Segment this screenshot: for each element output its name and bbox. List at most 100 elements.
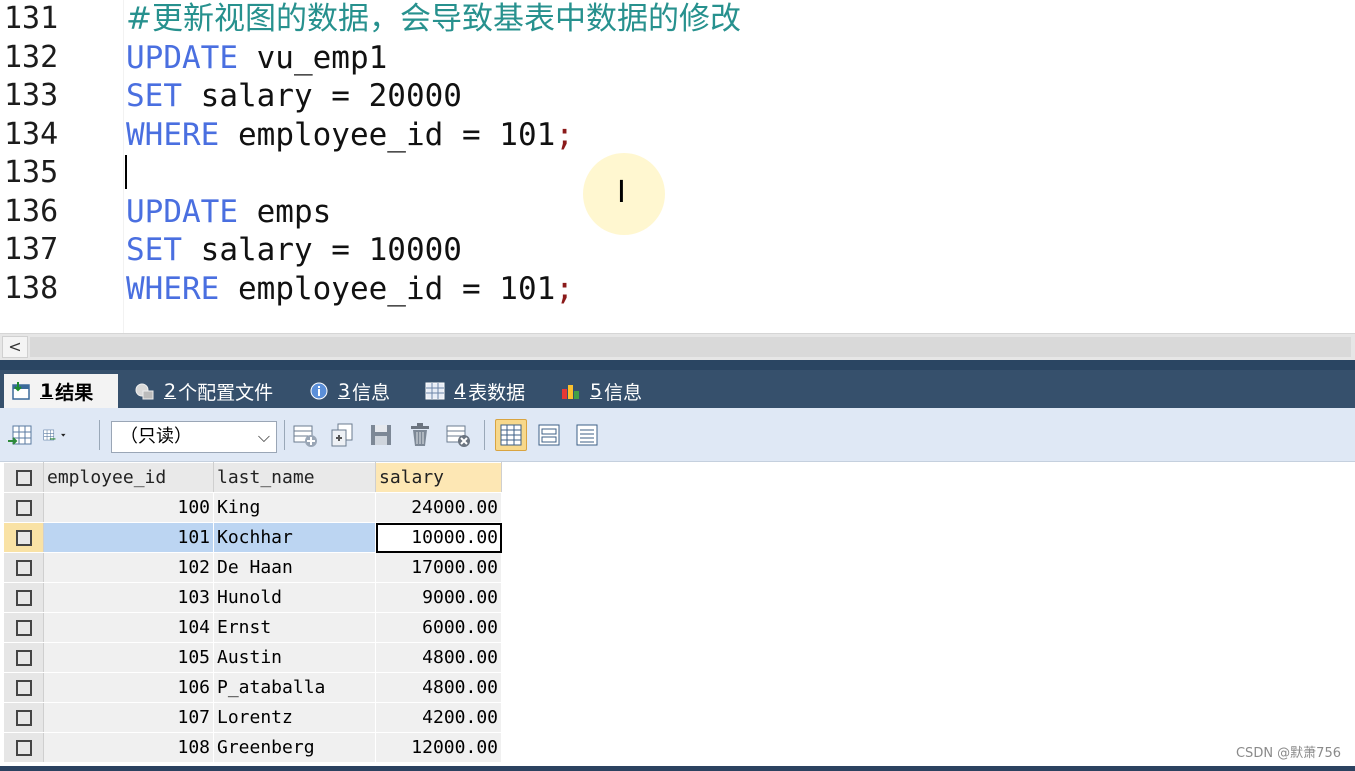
cell-employee-id[interactable]: 105	[43, 642, 214, 673]
cell-last-name[interactable]: Ernst	[213, 612, 376, 643]
duplicate-row-button[interactable]	[328, 421, 356, 449]
table-data-icon	[425, 382, 445, 400]
cell-last-name[interactable]: Lorentz	[213, 702, 376, 733]
cell-last-name[interactable]: Austin	[213, 642, 376, 673]
tab-profile[interactable]: 2 个配置文件	[128, 374, 288, 408]
row-checkbox[interactable]	[3, 612, 44, 643]
tab-info-2[interactable]: 5 信息	[554, 374, 664, 408]
table-row[interactable]: 102 De Haan 17000.00	[3, 552, 502, 583]
checkbox-icon	[15, 710, 32, 726]
text-view-button[interactable]	[573, 421, 601, 449]
read-only-mode-select[interactable]: （只读） ⌵	[111, 421, 277, 453]
row-checkbox[interactable]	[3, 522, 44, 553]
cell-salary[interactable]: 12000.00	[375, 732, 502, 763]
cell-employee-id[interactable]: 106	[43, 672, 214, 703]
cell-last-name[interactable]: Kochhar	[213, 522, 376, 553]
code-token: ;	[555, 270, 574, 307]
sql-editor[interactable]: 131 132 133 134 135 136 137 138 #更新视图的数据，会导致基表中…	[0, 0, 1355, 333]
grid-view-icon	[500, 424, 522, 446]
cell-salary[interactable]: 17000.00	[375, 552, 502, 583]
add-row-icon	[293, 425, 317, 447]
table-row[interactable]: 106 P_ataballa 4800.00	[3, 672, 502, 703]
row-checkbox[interactable]	[3, 672, 44, 703]
mode-select-value: （只读）	[120, 426, 192, 447]
result-grid-area: employee_id last_name salary 100 King 2400…	[0, 462, 1355, 771]
checkbox-icon	[15, 650, 32, 666]
toolbar-separator	[99, 420, 100, 450]
delete-row-button[interactable]	[406, 421, 434, 449]
import-grid-dropdown[interactable]	[42, 421, 92, 449]
cell-last-name[interactable]: De Haan	[213, 552, 376, 583]
cell-employee-id[interactable]: 103	[43, 582, 214, 613]
code-line: SET salary = 10000	[126, 231, 462, 269]
cell-salary[interactable]: 4200.00	[375, 702, 502, 733]
row-checkbox[interactable]	[3, 732, 44, 763]
tab-results-label: 结果	[55, 381, 94, 404]
save-icon	[371, 425, 391, 445]
row-checkbox[interactable]	[3, 642, 44, 673]
cell-last-name[interactable]: Greenberg	[213, 732, 376, 763]
tab-results[interactable]: 1 结果	[4, 374, 118, 408]
tab-info[interactable]: 3 信息	[302, 374, 406, 408]
column-header-salary[interactable]: salary	[375, 462, 502, 493]
cell-salary[interactable]: 4800.00	[375, 642, 502, 673]
sql-keyword: UPDATE	[126, 193, 238, 230]
chevron-down-icon: ⌵	[257, 427, 270, 446]
scroll-left-button[interactable]: <	[2, 336, 28, 358]
table-row[interactable]: 104 Ernst 6000.00	[3, 612, 502, 643]
table-row[interactable]: 107 Lorentz 4200.00	[3, 702, 502, 733]
checkbox-icon	[15, 620, 32, 636]
cell-salary[interactable]: 4800.00	[375, 672, 502, 703]
tab-table-data-number: 4	[454, 380, 467, 402]
form-view-button[interactable]	[535, 421, 563, 449]
cell-salary[interactable]: 6000.00	[375, 612, 502, 643]
tab-table-data[interactable]: 4 表数据	[418, 374, 544, 408]
code-token: ;	[555, 116, 574, 153]
line-number-gutter: 131 132 133 134 135 136 137 138	[0, 0, 124, 333]
cell-salary[interactable]: 10000.00	[375, 522, 502, 553]
cell-employee-id[interactable]: 108	[43, 732, 214, 763]
discard-icon	[446, 425, 470, 447]
add-row-button[interactable]	[291, 421, 319, 449]
row-checkbox[interactable]	[3, 702, 44, 733]
result-grid: employee_id last_name salary 100 King 2400…	[3, 462, 502, 763]
scroll-track[interactable]	[30, 337, 1351, 357]
column-header-employee-id[interactable]: employee_id	[43, 462, 214, 493]
discard-changes-button[interactable]	[444, 421, 472, 449]
watermark: CSDN @默萧756	[1235, 746, 1341, 761]
cell-employee-id[interactable]: 100	[43, 492, 214, 523]
cell-employee-id[interactable]: 107	[43, 702, 214, 733]
info-chart-icon	[562, 385, 579, 399]
cell-last-name[interactable]: King	[213, 492, 376, 523]
cell-salary[interactable]: 24000.00	[375, 492, 502, 523]
cell-employee-id[interactable]: 101	[43, 522, 214, 553]
code-token: salary = 10000	[182, 232, 462, 268]
horizontal-scrollbar[interactable]: <	[0, 333, 1355, 360]
trash-icon	[411, 423, 429, 446]
table-row[interactable]: 105 Austin 4800.00	[3, 642, 502, 673]
select-all-checkbox[interactable]	[3, 462, 44, 493]
table-row[interactable]: 103 Hunold 9000.00	[3, 582, 502, 613]
tab-info-number: 3	[338, 380, 351, 402]
code-line: UPDATE emps	[126, 193, 331, 231]
row-checkbox[interactable]	[3, 552, 44, 583]
save-button[interactable]	[367, 421, 395, 449]
table-row[interactable]: 100 King 24000.00	[3, 492, 502, 523]
code-token: employee_id = 101	[219, 270, 556, 307]
sql-comment: #更新视图的数据，会导致基表中数据的修改	[126, 1, 741, 37]
row-checkbox[interactable]	[3, 582, 44, 613]
tab-info-2-number: 5	[590, 380, 603, 402]
export-grid-button[interactable]	[6, 421, 34, 449]
cell-last-name[interactable]: P_ataballa	[213, 672, 376, 703]
column-header-last-name[interactable]: last_name	[213, 462, 376, 493]
cell-salary[interactable]: 9000.00	[375, 582, 502, 613]
row-checkbox[interactable]	[3, 492, 44, 523]
export-grid-icon	[8, 425, 32, 445]
table-row[interactable]: 101 Kochhar 10000.00	[3, 522, 502, 553]
cell-employee-id[interactable]: 102	[43, 552, 214, 583]
tab-info-label: 信息	[352, 381, 391, 404]
table-row[interactable]: 108 Greenberg 12000.00	[3, 732, 502, 763]
cell-employee-id[interactable]: 104	[43, 612, 214, 643]
cell-last-name[interactable]: Hunold	[213, 582, 376, 613]
grid-view-button[interactable]	[495, 419, 527, 451]
